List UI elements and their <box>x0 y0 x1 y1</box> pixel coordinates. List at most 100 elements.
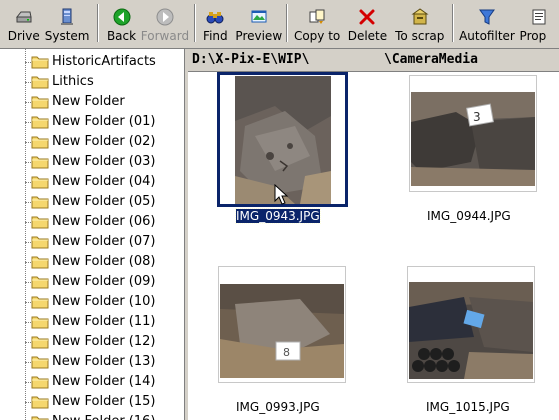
copy-to-button[interactable]: Copy to <box>292 0 341 46</box>
back-label: Back <box>106 29 137 43</box>
system-icon <box>61 8 74 25</box>
system-button[interactable]: System <box>43 0 90 46</box>
thumbnail-caption[interactable]: IMG_0943.JPG <box>235 208 321 224</box>
folder-tree[interactable]: HistoricArtifacts Lithics New Folder New Fo… <box>0 49 185 420</box>
svg-text:8: 8 <box>283 346 290 359</box>
tree-item-label: New Folder (02) <box>52 134 156 149</box>
toolbar-separator <box>193 4 196 42</box>
tree-item-label: New Folder (07) <box>52 234 156 249</box>
tree-item[interactable]: New Folder (09) <box>0 272 184 292</box>
tree-item-label: New Folder (15) <box>52 394 156 409</box>
folder-icon <box>31 156 49 169</box>
tree-item-label: New Folder (10) <box>52 294 156 309</box>
tree-item[interactable]: New Folder (10) <box>0 292 184 312</box>
tree-item-label: New Folder (16) <box>52 414 155 420</box>
autofilter-label: Autofilter <box>459 29 515 43</box>
properties-button[interactable]: Prop <box>520 0 559 46</box>
tree-item-label: New Folder (05) <box>52 194 156 209</box>
funnel-icon <box>478 9 495 25</box>
folder-icon <box>31 176 49 189</box>
autofilter-button[interactable]: Autofilter <box>458 0 515 46</box>
tree-item[interactable]: New Folder (08) <box>0 252 184 272</box>
folder-icon <box>31 216 49 229</box>
copy-icon <box>309 9 325 24</box>
drive-label: Drive <box>7 29 40 43</box>
preview-icon <box>251 10 267 23</box>
forward-label: Forward <box>140 29 190 43</box>
tree-item[interactable]: New Folder (16) <box>0 412 184 420</box>
thumbnail-caption[interactable]: IMG_0944.JPG <box>427 209 511 223</box>
back-button[interactable]: Back <box>105 0 139 46</box>
tree-item[interactable]: New Folder (15) <box>0 392 184 412</box>
forward-arrow-icon <box>156 8 174 26</box>
folder-icon <box>31 96 49 109</box>
tree-item-label: New Folder (01) <box>52 114 156 129</box>
tree-item-label: New Folder (12) <box>52 334 156 349</box>
tree-item[interactable]: New Folder (04) <box>0 172 184 192</box>
folder-icon <box>31 336 49 349</box>
tree-item[interactable]: New Folder (12) <box>0 332 184 352</box>
folder-icon <box>31 356 49 369</box>
folder-icon <box>31 316 49 329</box>
tree-item[interactable]: Lithics <box>0 72 184 92</box>
tree-item-label: HistoricArtifacts <box>52 54 156 69</box>
to-scrap-label: To scrap <box>395 29 445 43</box>
tree-item-label: New Folder (03) <box>52 154 156 169</box>
tree-item-label: New Folder (14) <box>52 374 156 389</box>
copy-to-label: Copy to <box>293 29 341 43</box>
tree-item[interactable]: New Folder (02) <box>0 132 184 152</box>
folder-icon <box>31 236 49 249</box>
thumbnail-caption[interactable]: IMG_0993.JPG <box>236 400 320 414</box>
tree-item[interactable]: New Folder (03) <box>0 152 184 172</box>
tree-item-label: New Folder (13) <box>52 354 156 369</box>
tree-item[interactable]: New Folder (01) <box>0 112 184 132</box>
toolbar: Drive System Back Forward Find Preview C… <box>0 0 559 49</box>
properties-icon <box>532 9 546 25</box>
toolbar-separator <box>96 4 99 42</box>
folder-icon <box>31 56 49 69</box>
find-label: Find <box>203 29 228 43</box>
tree-item[interactable]: New Folder (14) <box>0 372 184 392</box>
toolbar-separator <box>452 4 455 42</box>
thumbnail-view[interactable]: IMG_0943.JPG 3 IMG_0944.JPG 8 IMG_0993.J… <box>188 72 559 420</box>
folder-icon <box>31 136 49 149</box>
delete-label: Delete <box>347 29 388 43</box>
svg-text:3: 3 <box>473 110 481 124</box>
tree-item-label: Lithics <box>52 74 94 89</box>
thumbnail-image[interactable] <box>409 282 533 379</box>
to-scrap-button[interactable]: To scrap <box>393 0 446 46</box>
tree-item[interactable]: New Folder (13) <box>0 352 184 372</box>
folder-icon <box>31 376 49 389</box>
thumbnail-image[interactable]: 8 <box>220 284 344 378</box>
path-bar: D:\X-Pix-E\WIP\ \CameraMedia <box>188 49 559 72</box>
tree-item-label: New Folder (11) <box>52 314 156 329</box>
folder-icon <box>31 296 49 309</box>
properties-label: Prop <box>519 29 547 43</box>
folder-icon <box>31 76 49 89</box>
tree-item[interactable]: New Folder (06) <box>0 212 184 232</box>
drive-button[interactable]: Drive <box>4 0 43 46</box>
binoculars-icon <box>206 12 224 24</box>
delete-button[interactable]: Delete <box>346 0 389 46</box>
forward-button[interactable]: Forward <box>140 0 189 46</box>
folder-icon <box>31 396 49 409</box>
tree-item-label: New Folder (08) <box>52 254 156 269</box>
drive-icon <box>15 11 32 23</box>
system-label: System <box>44 29 90 43</box>
tree-item[interactable]: New Folder <box>0 92 184 112</box>
preview-button[interactable]: Preview <box>235 0 282 46</box>
tree-item[interactable]: New Folder (05) <box>0 192 184 212</box>
tree-item[interactable]: HistoricArtifacts <box>0 52 184 72</box>
delete-x-icon <box>359 9 375 25</box>
scrap-icon <box>411 8 429 25</box>
find-button[interactable]: Find <box>200 0 232 46</box>
tree-item[interactable]: New Folder (11) <box>0 312 184 332</box>
back-arrow-icon <box>113 8 131 26</box>
path-text-right: \CameraMedia <box>384 52 478 67</box>
folder-icon <box>31 276 49 289</box>
folder-icon <box>31 256 49 269</box>
tree-item-label: New Folder <box>52 94 125 109</box>
tree-item[interactable]: New Folder (07) <box>0 232 184 252</box>
thumbnail-image[interactable]: 3 <box>411 92 535 186</box>
thumbnail-caption[interactable]: IMG_1015.JPG <box>426 400 510 414</box>
